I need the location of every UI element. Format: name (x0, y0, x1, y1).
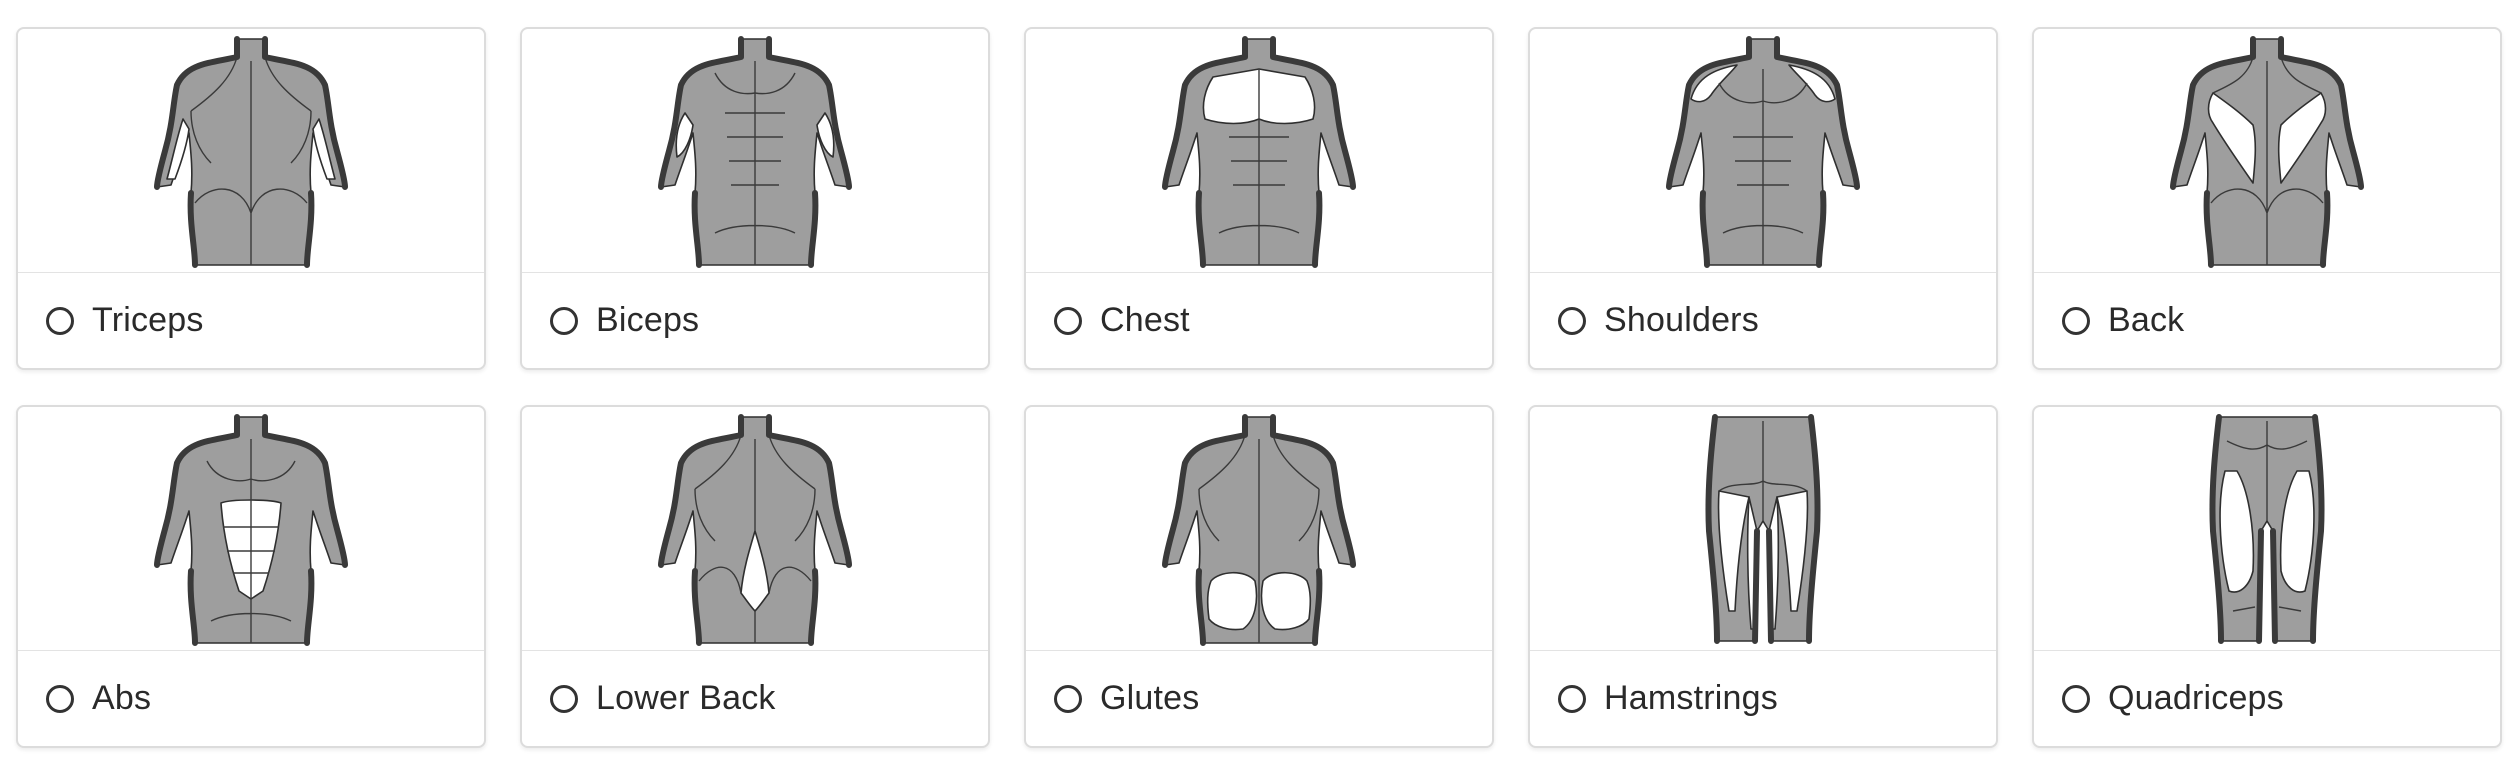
muscle-option-triceps[interactable]: Triceps (18, 272, 484, 368)
muscle-option-hamstrings[interactable]: Hamstrings (1530, 650, 1996, 746)
muscle-group-grid: Triceps Biceps Chest Shoulders Back Abs … (16, 27, 2502, 748)
radio-button[interactable] (2062, 306, 2090, 335)
glutes-icon (1026, 407, 1492, 650)
lower-back-icon (522, 407, 988, 650)
shoulders-icon (1530, 29, 1996, 272)
muscle-label: Shoulders (1604, 301, 1759, 339)
muscle-card-quadriceps[interactable]: Quadriceps (2032, 405, 2502, 748)
radio-button[interactable] (550, 306, 578, 335)
radio-button[interactable] (46, 684, 74, 713)
muscle-label: Glutes (1100, 679, 1200, 717)
muscle-card-abs[interactable]: Abs (16, 405, 486, 748)
muscle-option-abs[interactable]: Abs (18, 650, 484, 746)
muscle-option-quadriceps[interactable]: Quadriceps (2034, 650, 2500, 746)
muscle-label: Chest (1100, 301, 1190, 339)
radio-button[interactable] (550, 684, 578, 713)
muscle-option-chest[interactable]: Chest (1026, 272, 1492, 368)
muscle-card-lower-back[interactable]: Lower Back (520, 405, 990, 748)
triceps-icon (18, 29, 484, 272)
muscle-label: Lower Back (596, 679, 776, 717)
hamstrings-icon (1530, 407, 1996, 650)
chest-icon (1026, 29, 1492, 272)
muscle-card-hamstrings[interactable]: Hamstrings (1528, 405, 1998, 748)
radio-button[interactable] (46, 306, 74, 335)
quadriceps-icon (2034, 407, 2500, 650)
radio-button[interactable] (2062, 684, 2090, 713)
muscle-card-shoulders[interactable]: Shoulders (1528, 27, 1998, 370)
radio-button[interactable] (1558, 306, 1586, 335)
muscle-label: Hamstrings (1604, 679, 1778, 717)
muscle-option-lower-back[interactable]: Lower Back (522, 650, 988, 746)
muscle-option-biceps[interactable]: Biceps (522, 272, 988, 368)
back-icon (2034, 29, 2500, 272)
muscle-label: Biceps (596, 301, 700, 339)
muscle-option-shoulders[interactable]: Shoulders (1530, 272, 1996, 368)
radio-button[interactable] (1054, 684, 1082, 713)
muscle-option-glutes[interactable]: Glutes (1026, 650, 1492, 746)
muscle-label: Triceps (92, 301, 204, 339)
muscle-card-back[interactable]: Back (2032, 27, 2502, 370)
muscle-label: Abs (92, 679, 152, 717)
abs-icon (18, 407, 484, 650)
muscle-card-biceps[interactable]: Biceps (520, 27, 990, 370)
muscle-card-chest[interactable]: Chest (1024, 27, 1494, 370)
muscle-card-glutes[interactable]: Glutes (1024, 405, 1494, 748)
muscle-card-triceps[interactable]: Triceps (16, 27, 486, 370)
biceps-icon (522, 29, 988, 272)
muscle-option-back[interactable]: Back (2034, 272, 2500, 368)
muscle-label: Back (2108, 301, 2185, 339)
muscle-label: Quadriceps (2108, 679, 2284, 717)
radio-button[interactable] (1558, 684, 1586, 713)
radio-button[interactable] (1054, 306, 1082, 335)
